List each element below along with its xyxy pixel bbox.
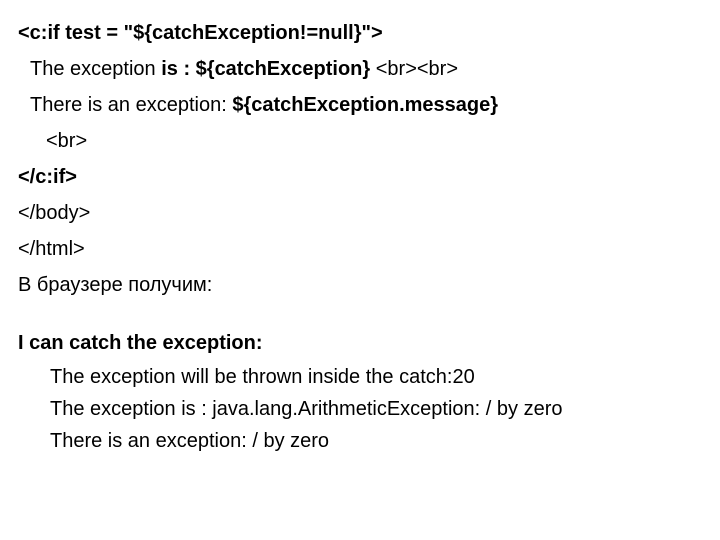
code-line-cif-open: <c:if test = "${catchException!=null}"> xyxy=(18,18,702,48)
code-line-exception-is: The exception is : ${catchException} <br… xyxy=(18,54,702,84)
output-block: The exception will be thrown inside the … xyxy=(18,362,702,456)
output-line-1: The exception will be thrown inside the … xyxy=(50,362,702,392)
output-heading: I can catch the exception: xyxy=(18,328,702,358)
text-there-is: There is an exception: xyxy=(30,94,232,116)
code-line-br: <br> xyxy=(18,126,702,156)
prose-browser-result: В браузере получим: xyxy=(18,270,702,300)
output-line-3: There is an exception: / by zero xyxy=(50,426,702,456)
code-line-body-close: </body> xyxy=(18,198,702,228)
body-close-tag: </body> xyxy=(18,202,90,224)
text-message-expr: ${catchException.message} xyxy=(232,94,498,116)
cif-open-tag: <c:if test = " xyxy=(18,22,133,44)
text-the-exception: The exception xyxy=(30,58,161,80)
text-is-expr: is : ${catchException} xyxy=(161,58,370,80)
code-line-cif-close: </c:if> xyxy=(18,162,702,192)
cif-open-close: "> xyxy=(361,22,382,44)
output-line-2: The exception is : java.lang.ArithmeticE… xyxy=(50,394,702,424)
code-line-there-is: There is an exception: ${catchException.… xyxy=(18,90,702,120)
cif-expr: ${catchException!=null} xyxy=(133,22,361,44)
code-line-html-close: </html> xyxy=(18,234,702,264)
cif-close-tag: </c:if> xyxy=(18,166,77,188)
text-br-br: <br><br> xyxy=(370,58,458,80)
html-close-tag: </html> xyxy=(18,238,85,260)
text-br: <br> xyxy=(46,130,87,152)
